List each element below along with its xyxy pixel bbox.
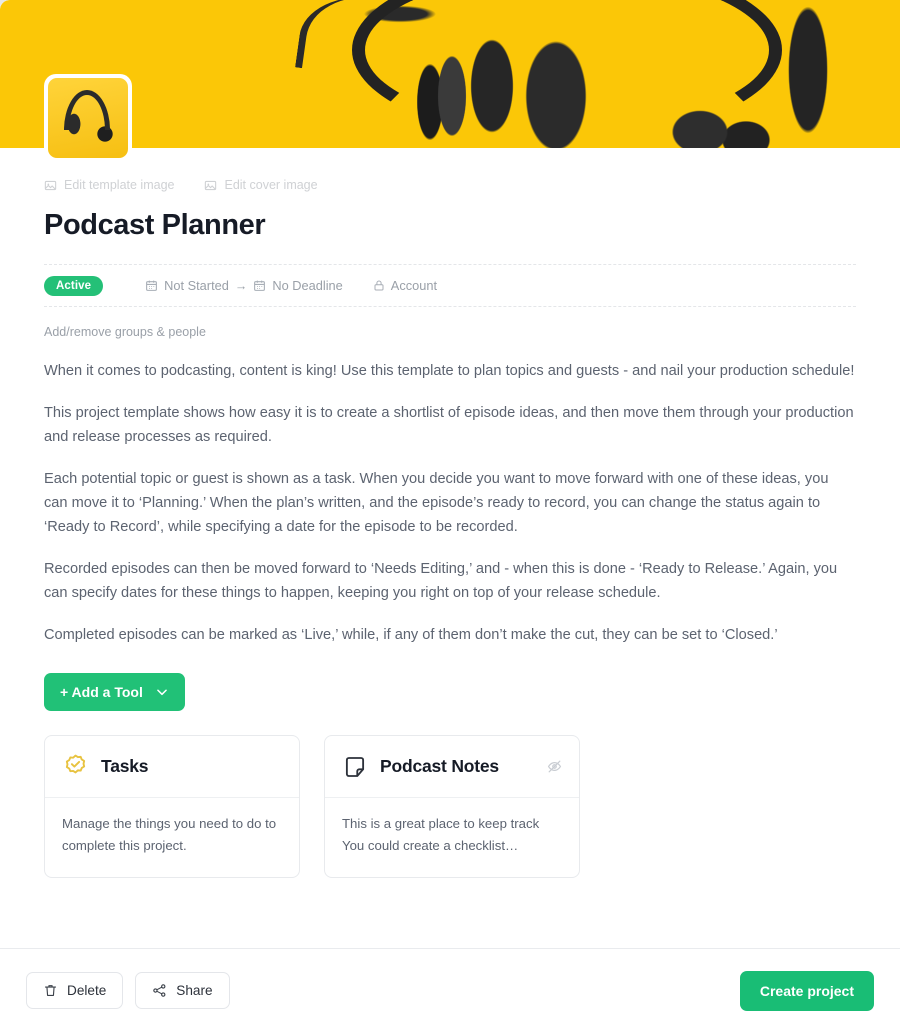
start-date-label: Not Started xyxy=(164,278,229,293)
arrow-icon: → xyxy=(234,278,248,293)
tool-card-tasks[interactable]: Tasks Manage the things you need to do t… xyxy=(44,735,300,878)
trash-icon xyxy=(43,983,58,998)
page-body: Edit template image Edit cover image Pod… xyxy=(0,148,900,948)
delete-label: Delete xyxy=(67,983,107,998)
status-badge[interactable]: Active xyxy=(44,275,104,296)
tool-card-title: Tasks xyxy=(101,756,149,776)
tool-card-podcast-notes[interactable]: Podcast Notes This is a great place to k… xyxy=(324,735,580,878)
delete-button[interactable]: Delete xyxy=(26,972,124,1009)
description-paragraph: This project template shows how easy it … xyxy=(44,405,854,445)
tool-card-body: Manage the things you need to do to comp… xyxy=(62,816,277,853)
check-badge-icon xyxy=(62,753,89,780)
deadline-field[interactable]: No Deadline xyxy=(253,278,343,293)
description-paragraph: Recorded episodes can then be moved forw… xyxy=(44,561,838,601)
tool-card-header: Podcast Notes xyxy=(325,736,579,798)
tool-card-body: This is a great place to keep track You … xyxy=(342,816,540,853)
tool-card-title: Podcast Notes xyxy=(380,756,499,776)
share-label: Share xyxy=(176,983,213,998)
calendar-icon xyxy=(253,279,266,292)
note-icon xyxy=(342,754,368,780)
chevron-down-icon xyxy=(155,685,169,699)
edit-template-image-link[interactable]: Edit template image xyxy=(44,178,174,192)
edit-image-links: Edit template image Edit cover image xyxy=(44,178,856,192)
page-title: Podcast Planner xyxy=(44,209,266,241)
description: When it comes to podcasting, content is … xyxy=(44,359,856,647)
image-icon xyxy=(44,179,57,192)
create-project-button[interactable]: Create project xyxy=(739,970,874,1011)
start-date-field[interactable]: Not Started xyxy=(145,278,229,293)
edit-template-image-label: Edit template image xyxy=(64,178,175,192)
avatar-headphone-shape xyxy=(64,90,110,130)
edit-cover-image-link[interactable]: Edit cover image xyxy=(204,178,318,192)
template-avatar[interactable] xyxy=(44,74,132,162)
tool-card-header: Tasks xyxy=(45,736,299,798)
lock-icon xyxy=(373,279,385,292)
footer-left-actions: Delete Share xyxy=(26,972,230,1009)
calendar-icon xyxy=(145,279,158,292)
description-paragraph: When it comes to podcasting, content is … xyxy=(44,363,855,379)
deadline-label: No Deadline xyxy=(272,278,343,293)
footer-bar: Delete Share Create project xyxy=(0,948,900,1032)
tool-cards: Tasks Manage the things you need to do t… xyxy=(44,735,856,878)
privacy-field[interactable]: Account xyxy=(373,278,437,293)
edit-cover-image-label: Edit cover image xyxy=(224,178,318,192)
description-paragraph: Completed episodes can be marked as ‘Liv… xyxy=(44,627,778,643)
description-paragraph: Each potential topic or guest is shown a… xyxy=(44,471,829,535)
avatar-image xyxy=(48,78,128,158)
image-icon xyxy=(204,179,217,192)
cover-image[interactable] xyxy=(0,0,900,148)
privacy-label: Account xyxy=(390,278,438,293)
meta-row: Active Not Started → No Deadline Account xyxy=(44,264,856,307)
template-preview-page: Edit template image Edit cover image Pod… xyxy=(0,0,900,1032)
add-a-tool-button[interactable]: + Add a Tool xyxy=(44,673,185,711)
add-remove-groups-link[interactable]: Add/remove groups & people xyxy=(44,325,856,339)
eye-off-icon[interactable] xyxy=(547,759,562,774)
add-a-tool-label: + Add a Tool xyxy=(60,684,143,700)
share-button[interactable]: Share xyxy=(135,972,230,1009)
share-icon xyxy=(152,983,167,998)
